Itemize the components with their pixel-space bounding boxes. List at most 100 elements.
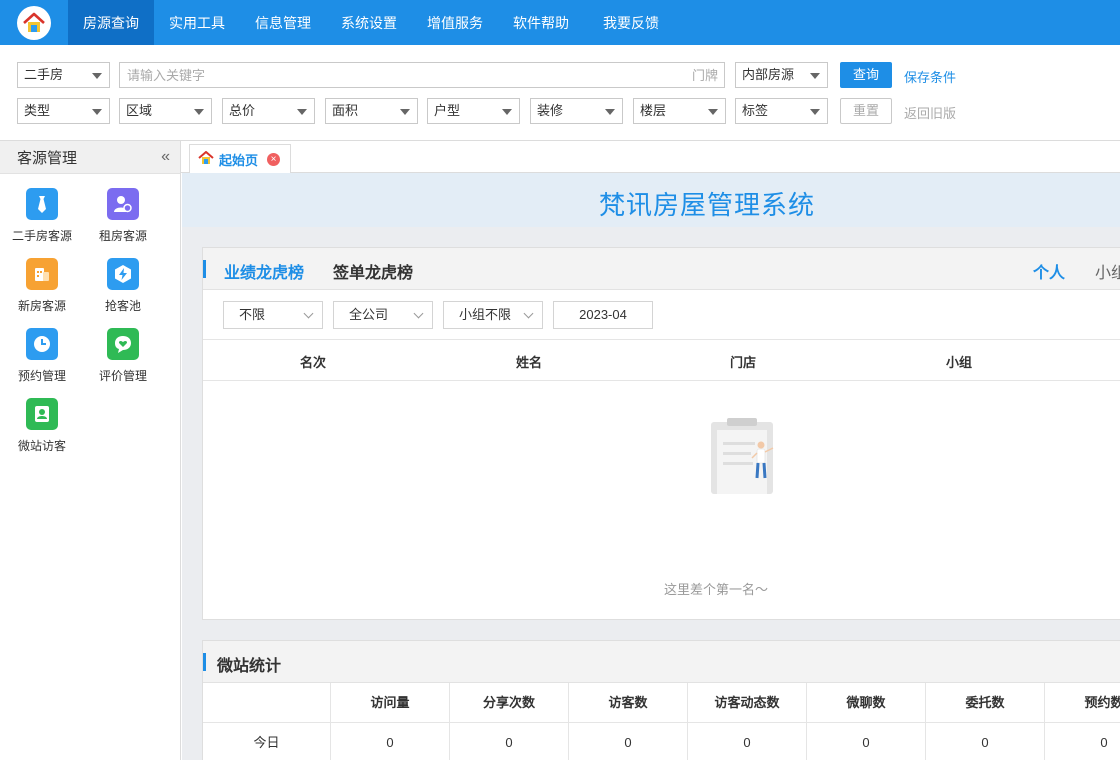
- search-panel: 二手房 内部房源 查询 保存条件 类型 区域 总价 面积 户型 装修 楼层 标签…: [0, 45, 1120, 141]
- filter-floor-select[interactable]: 楼层: [633, 98, 726, 124]
- house-logo-icon: [198, 150, 214, 168]
- sidebar-item-new-house-clients[interactable]: 新房客源: [2, 258, 82, 318]
- filter-tag-select[interactable]: 标签: [735, 98, 828, 124]
- tab-bar: 起始页 ×: [181, 141, 1120, 174]
- nav-item-info[interactable]: 信息管理: [240, 0, 326, 45]
- keyword-input[interactable]: [119, 62, 631, 88]
- stats-header-entrusts: 委托数: [925, 683, 1044, 723]
- sidebar-item-appointments[interactable]: 预约管理: [2, 328, 82, 388]
- filter-type-select[interactable]: 类型: [17, 98, 110, 124]
- ranking-card-header: 业绩龙虎榜 签单龙虎榜 个人 小组: [203, 248, 1120, 290]
- sidebar-item-label: 预约管理: [17, 369, 66, 383]
- top-nav: 房源查询 实用工具 信息管理 系统设置 增值服务 软件帮助 我要反馈: [0, 0, 1120, 45]
- dropdown-arrow-icon: [810, 109, 820, 115]
- sidebar-item-label: 新房客源: [17, 299, 66, 313]
- sidebar-item-client-pool[interactable]: 抢客池: [83, 258, 163, 318]
- sidebar-item-secondhand-clients[interactable]: 二手房客源: [2, 188, 82, 248]
- building-icon: [26, 258, 58, 290]
- house-logo-icon: [17, 5, 51, 40]
- filter-floor-label: 楼层: [640, 103, 667, 118]
- tab-label: 起始页: [219, 152, 259, 168]
- house-type-value: 二手房: [24, 67, 64, 82]
- stats-value: 0: [806, 723, 925, 760]
- accent-bar: [203, 260, 206, 278]
- sidebar-item-reviews[interactable]: 评价管理: [83, 328, 163, 388]
- nav-item-house-query[interactable]: 房源查询: [68, 0, 154, 45]
- sidebar-title: 客源管理: [17, 149, 78, 167]
- accent-bar: [203, 653, 206, 671]
- filter-decoration-label: 装修: [537, 103, 564, 118]
- tab-individual[interactable]: 个人: [1033, 259, 1065, 283]
- filter-layout-select[interactable]: 户型: [427, 98, 520, 124]
- table-row: 今日 0 0 0 0 0 0 0: [203, 723, 1120, 760]
- old-version-link[interactable]: 返回旧版: [904, 103, 956, 122]
- scope-select[interactable]: 内部房源: [735, 62, 828, 88]
- banner: 梵讯房屋管理系统: [182, 173, 1120, 227]
- nav-item-tools[interactable]: 实用工具: [154, 0, 240, 45]
- stats-header-shares: 分享次数: [449, 683, 568, 723]
- filter-tag-label: 标签: [742, 103, 769, 118]
- filter-size-label: 面积: [332, 103, 359, 118]
- dropdown-arrow-icon: [708, 109, 718, 115]
- nav-item-help[interactable]: 软件帮助: [498, 0, 584, 45]
- sidebar-header: 客源管理 «: [0, 141, 180, 174]
- weizhan-stats-table: 访问量 分享次数 访客数 访客动态数 微聊数 委托数 预约数 今日 0 0 0 …: [203, 683, 1120, 760]
- dropdown-arrow-icon: [297, 109, 307, 115]
- dropdown-arrow-icon: [400, 109, 410, 115]
- filter-price-label: 总价: [229, 103, 256, 118]
- sidebar-item-label: 二手房客源: [11, 229, 72, 243]
- query-button[interactable]: 查询: [840, 62, 892, 88]
- tie-icon: [26, 188, 58, 220]
- weizhan-stats-card: 微站统计 访问量 分享次数 访客数 访客动态数 微聊数 委托数 预约数 今日 0…: [202, 640, 1120, 760]
- nav-item-feedback[interactable]: 我要反馈: [584, 0, 678, 45]
- dropdown-arrow-icon: [92, 109, 102, 115]
- door-number-input[interactable]: [630, 62, 725, 88]
- main-content: 梵讯房屋管理系统 业绩龙虎榜 签单龙虎榜 个人 小组 不限 全公司 小组不限 2…: [182, 173, 1120, 760]
- filter-layout-label: 户型: [434, 103, 461, 118]
- collapse-sidebar-icon[interactable]: «: [161, 148, 170, 166]
- scope-value: 内部房源: [742, 67, 795, 82]
- stats-header-appointments: 预约数: [1044, 683, 1120, 723]
- tab-group[interactable]: 小组: [1095, 259, 1120, 283]
- filter-decoration-select[interactable]: 装修: [530, 98, 623, 124]
- stats-value: 0: [687, 723, 806, 760]
- system-title: 梵讯房屋管理系统: [598, 190, 815, 220]
- filter-size-select[interactable]: 面积: [325, 98, 418, 124]
- dropdown-arrow-icon: [810, 73, 820, 79]
- filter-area-select[interactable]: 区域: [119, 98, 212, 124]
- tab-signing-ranking[interactable]: 签单龙虎榜: [333, 259, 413, 283]
- stats-header-visitor-activities: 访客动态数: [687, 683, 806, 723]
- weizhan-stats-title: 微站统计: [217, 658, 282, 675]
- users-icon: [107, 188, 139, 220]
- app-logo[interactable]: [0, 0, 68, 45]
- empty-state-text: 这里差个第一名～: [664, 582, 769, 597]
- filter-area-label: 区域: [126, 103, 153, 118]
- stats-value: 0: [568, 723, 687, 760]
- house-type-select[interactable]: 二手房: [17, 62, 110, 88]
- stats-header-chats: 微聊数: [806, 683, 925, 723]
- tab-performance-ranking[interactable]: 业绩龙虎榜: [224, 259, 304, 283]
- empty-clipboard-icon: [711, 418, 774, 494]
- stats-header-visits: 访问量: [330, 683, 449, 723]
- stats-header-cell: [203, 683, 330, 723]
- save-conditions-link[interactable]: 保存条件: [904, 67, 956, 86]
- nav-item-settings[interactable]: 系统设置: [326, 0, 412, 45]
- lightning-icon: [107, 258, 139, 290]
- filter-price-select[interactable]: 总价: [222, 98, 315, 124]
- sidebar-item-site-visitors[interactable]: 微站访客: [2, 398, 82, 458]
- dropdown-arrow-icon: [92, 73, 102, 79]
- stats-value: 0: [1044, 723, 1120, 760]
- stats-value: 0: [449, 723, 568, 760]
- sidebar-item-rental-clients[interactable]: 租房客源: [83, 188, 163, 248]
- reset-button[interactable]: 重置: [840, 98, 892, 124]
- nav-item-value-added[interactable]: 增值服务: [412, 0, 498, 45]
- dropdown-arrow-icon: [605, 109, 615, 115]
- close-icon[interactable]: ×: [267, 152, 281, 166]
- sidebar-item-label: 评价管理: [98, 369, 147, 383]
- sidebar-item-label: 抢客池: [104, 299, 141, 313]
- tab-home[interactable]: 起始页 ×: [189, 144, 292, 174]
- person-icon: [26, 398, 58, 430]
- stats-value: 0: [330, 723, 449, 760]
- stats-row-label: 今日: [253, 735, 280, 750]
- stats-header-row: 访问量 分享次数 访客数 访客动态数 微聊数 委托数 预约数: [203, 683, 1120, 723]
